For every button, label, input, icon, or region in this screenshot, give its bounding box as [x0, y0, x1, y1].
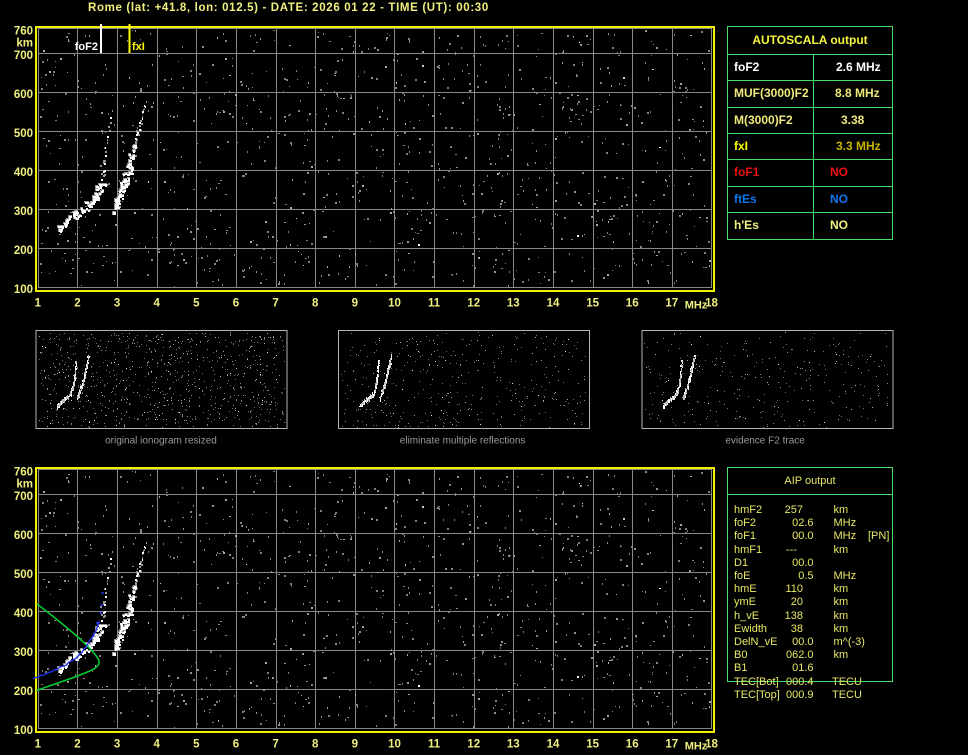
- svg-text:300: 300: [14, 206, 33, 218]
- svg-text:4: 4: [153, 738, 160, 750]
- svg-text:foF2: foF2: [75, 41, 98, 53]
- svg-text:3: 3: [114, 297, 120, 309]
- svg-text:3: 3: [114, 738, 120, 750]
- svg-text:13: 13: [507, 297, 520, 309]
- svg-text:2: 2: [74, 297, 80, 309]
- svg-text:700: 700: [14, 491, 33, 503]
- svg-text:4: 4: [153, 297, 160, 309]
- svg-text:16: 16: [626, 738, 639, 750]
- svg-text:500: 500: [14, 128, 33, 140]
- svg-text:500: 500: [14, 569, 33, 581]
- svg-text:600: 600: [14, 89, 33, 101]
- svg-text:400: 400: [14, 608, 33, 620]
- svg-text:700: 700: [14, 50, 33, 62]
- svg-text:6: 6: [233, 297, 239, 309]
- svg-text:5: 5: [193, 297, 200, 309]
- svg-text:evidence F2 trace: evidence F2 trace: [725, 436, 805, 447]
- svg-text:MHz: MHz: [685, 740, 708, 752]
- svg-text:Rome (lat: +41.8, lon: 012.5): Rome (lat: +41.8, lon: 012.5) - DATE: 20…: [88, 2, 489, 14]
- svg-text:600: 600: [14, 530, 33, 542]
- svg-text:original ionogram resized: original ionogram resized: [105, 436, 217, 447]
- svg-text:1: 1: [35, 297, 42, 309]
- svg-text:13: 13: [507, 738, 520, 750]
- svg-text:14: 14: [547, 738, 560, 750]
- svg-text:100: 100: [14, 725, 33, 737]
- svg-text:17: 17: [665, 297, 678, 309]
- svg-text:7: 7: [272, 297, 278, 309]
- svg-text:11: 11: [428, 297, 441, 309]
- svg-text:6: 6: [233, 738, 239, 750]
- svg-text:fxI: fxI: [132, 41, 145, 53]
- svg-text:7: 7: [272, 738, 278, 750]
- svg-text:eliminate multiple reflections: eliminate multiple reflections: [400, 436, 526, 447]
- svg-text:14: 14: [547, 297, 560, 309]
- svg-text:200: 200: [14, 686, 33, 698]
- svg-text:12: 12: [467, 738, 480, 750]
- svg-text:10: 10: [388, 297, 401, 309]
- svg-text:10: 10: [388, 738, 401, 750]
- svg-text:5: 5: [193, 738, 200, 750]
- svg-text:8: 8: [312, 738, 319, 750]
- svg-text:300: 300: [14, 647, 33, 659]
- svg-text:760: 760: [14, 466, 33, 478]
- svg-text:12: 12: [467, 297, 480, 309]
- svg-text:200: 200: [14, 245, 33, 257]
- svg-text:400: 400: [14, 167, 33, 179]
- svg-text:km: km: [16, 38, 33, 50]
- svg-text:760: 760: [14, 25, 33, 37]
- svg-text:9: 9: [352, 738, 358, 750]
- svg-text:15: 15: [586, 297, 599, 309]
- svg-text:11: 11: [428, 738, 441, 750]
- svg-text:8: 8: [312, 297, 319, 309]
- svg-text:9: 9: [352, 297, 358, 309]
- svg-text:2: 2: [74, 738, 80, 750]
- svg-text:1: 1: [35, 738, 42, 750]
- svg-text:100: 100: [14, 284, 33, 296]
- svg-text:17: 17: [665, 738, 678, 750]
- svg-text:km: km: [16, 479, 33, 491]
- svg-text:16: 16: [626, 297, 639, 309]
- svg-text:MHz: MHz: [685, 299, 708, 311]
- svg-text:15: 15: [586, 738, 599, 750]
